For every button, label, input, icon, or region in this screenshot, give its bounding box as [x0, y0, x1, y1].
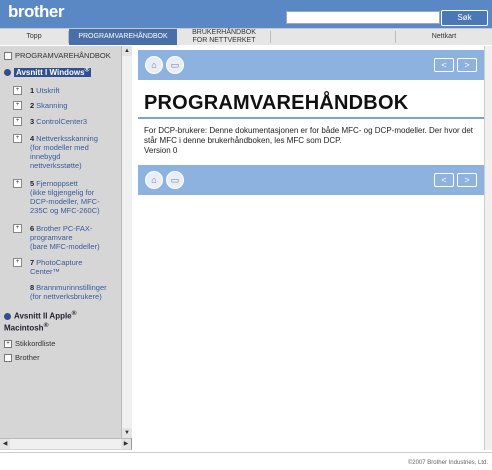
expand-icon[interactable]: +: [13, 134, 22, 143]
tab-nettkart[interactable]: Nettkart: [396, 29, 492, 45]
prev-page-icon[interactable]: <: [434, 58, 454, 72]
scroll-right-icon[interactable]: ▶: [121, 439, 131, 449]
expand-icon[interactable]: +: [13, 179, 22, 188]
sidebar-item-4[interactable]: +4 Nettverksskanning (for modeller med in…: [13, 134, 118, 170]
search-input[interactable]: [286, 11, 440, 24]
search-button[interactable]: Søk: [441, 10, 488, 26]
scroll-down-icon[interactable]: ▼: [122, 428, 132, 438]
main-content: ⌂ ▭ < > PROGRAMVAREHÅNDBOK For DCP-bruke…: [132, 46, 488, 450]
bullet-icon: [4, 69, 11, 77]
next-page-icon[interactable]: >: [457, 173, 477, 187]
page-icon: [4, 354, 12, 363]
brother-logo[interactable]: brother: [8, 2, 65, 22]
expand-icon[interactable]: +: [13, 224, 22, 233]
title-divider: [138, 117, 484, 119]
main-vertical-scrollbar[interactable]: [484, 46, 492, 450]
tab-brukerhandbok-nettverket[interactable]: BRUKERHÅNDBOK FOR NETTVERKET: [178, 29, 270, 45]
page-title: PROGRAMVAREHÅNDBOK: [144, 92, 409, 114]
expand-icon[interactable]: +: [13, 86, 22, 95]
footer: ©2007 Brother Industries, Ltd.: [0, 452, 492, 470]
sidebar-item-2[interactable]: +2 Skanning: [13, 101, 67, 110]
home-icon[interactable]: ⌂: [145, 171, 163, 189]
tab-programvarehandbok[interactable]: PROGRAMVAREHÅNDBOK: [69, 29, 177, 45]
expand-icon[interactable]: +: [13, 101, 22, 110]
tab-topp[interactable]: Topp: [0, 29, 68, 45]
sidebar-item-5[interactable]: +5 Fjernoppsett (ikke tilgjengelig for DC…: [13, 179, 118, 215]
sidebar-item-3[interactable]: +3 ControlCenter3: [13, 117, 87, 126]
sidebar-horizontal-scrollbar[interactable]: ◀ ▶: [0, 438, 131, 449]
bullet-icon: [4, 313, 11, 321]
scroll-left-icon[interactable]: ◀: [0, 439, 10, 449]
header-bar: brother Søk Topp PROGRAMVAREHÅNDBOK BRUK…: [0, 0, 492, 45]
tree-root-label: PROGRAMVAREHÅNDBOK: [15, 51, 111, 60]
sidebar-item-7[interactable]: +7 PhotoCapture Center™: [13, 258, 118, 276]
sidebar-item-1[interactable]: +1 Utskrift: [13, 86, 60, 95]
sidebar-item-8[interactable]: +8Brannmurinnstillinger (for nettverksbr…: [30, 283, 122, 301]
scroll-up-icon[interactable]: ▲: [122, 46, 132, 56]
next-page-icon[interactable]: >: [457, 58, 477, 72]
tab-bar: Topp PROGRAMVAREHÅNDBOK BRUKERHÅNDBOK FO…: [0, 28, 492, 45]
sidebar-item-6[interactable]: +6 Brother PC-FAX- programvare (bare MFC-…: [13, 224, 118, 251]
sidebar-vertical-scrollbar[interactable]: ▲ ▼: [121, 46, 132, 438]
expand-icon[interactable]: +: [13, 258, 22, 267]
bottom-nav-band: ⌂ ▭ < >: [138, 165, 484, 195]
prev-page-icon[interactable]: <: [434, 173, 454, 187]
top-nav-band: ⌂ ▭ < >: [138, 50, 484, 80]
sidebar-tree: PROGRAMVAREHÅNDBOK Avsnitt I Windows® +1…: [0, 46, 132, 450]
copyright-text: ©2007 Brother Industries, Ltd.: [407, 460, 488, 466]
sidebar-item-index[interactable]: + Stikkordliste: [4, 339, 55, 349]
expand-icon[interactable]: +: [4, 340, 12, 349]
expand-icon[interactable]: +: [13, 117, 22, 126]
page-icon: [4, 52, 12, 61]
body-text: For DCP-brukere: Denne dokumentasjonen e…: [144, 126, 474, 155]
section-windows-label: Avsnitt I Windows: [16, 67, 85, 77]
sidebar-section-macintosh[interactable]: Avsnitt II Apple® Macintosh®: [4, 309, 116, 332]
print-icon[interactable]: ▭: [166, 171, 184, 189]
sidebar-section-windows[interactable]: Avsnitt I Windows®: [4, 65, 92, 77]
sidebar-item-brother[interactable]: Brother: [4, 353, 40, 363]
print-icon[interactable]: ▭: [166, 56, 184, 74]
tree-root[interactable]: PROGRAMVAREHÅNDBOK: [4, 51, 111, 61]
home-icon[interactable]: ⌂: [145, 56, 163, 74]
